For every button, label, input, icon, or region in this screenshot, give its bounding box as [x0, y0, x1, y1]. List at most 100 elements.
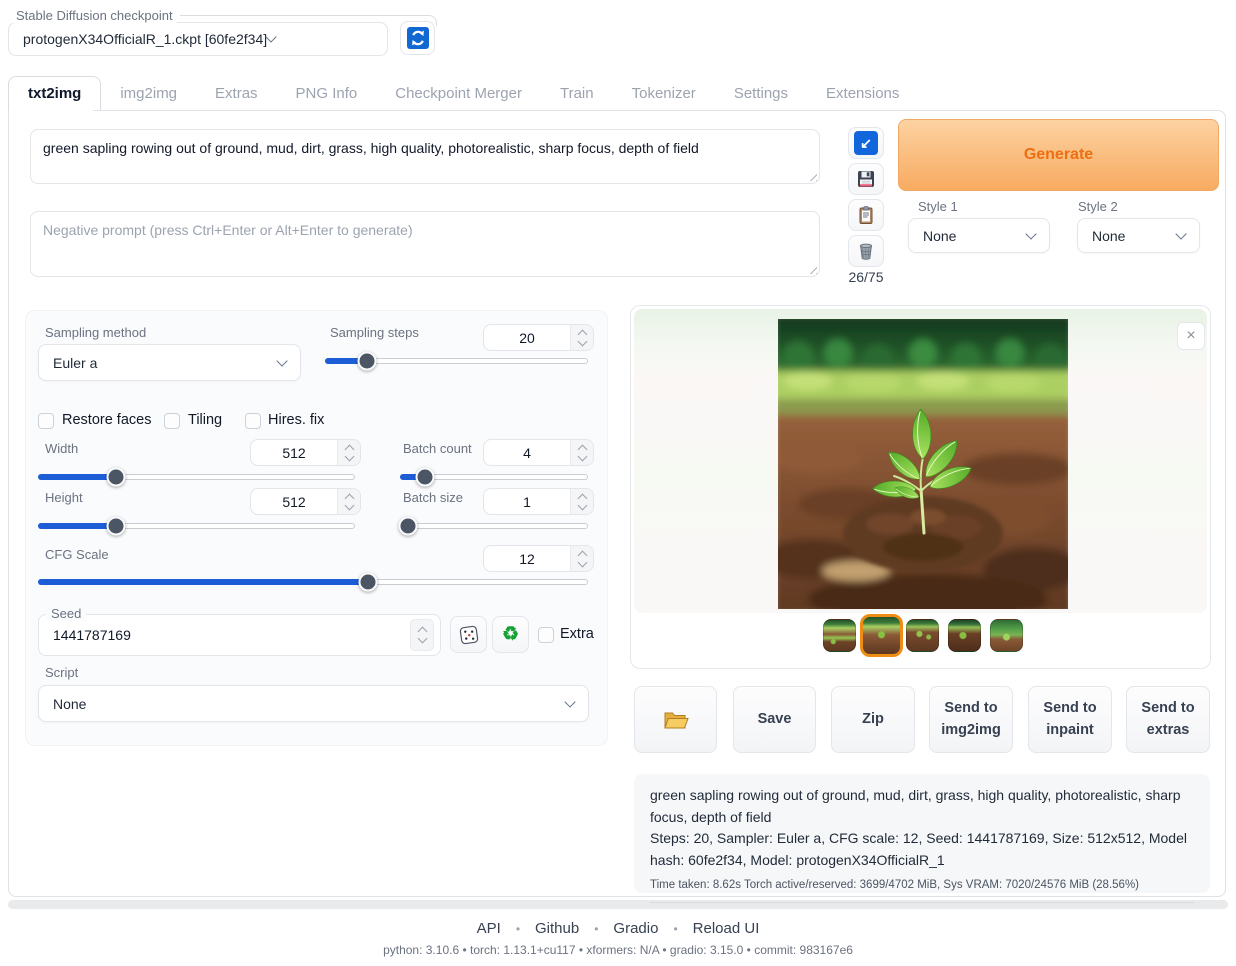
- tab-txt2img[interactable]: txt2img: [8, 76, 101, 110]
- height-label: Height: [45, 490, 83, 505]
- width-slider[interactable]: [38, 474, 355, 480]
- sampling-method-label: Sampling method: [45, 325, 146, 340]
- random-seed-button[interactable]: [450, 616, 487, 653]
- refresh-checkpoints-button[interactable]: [400, 21, 435, 55]
- tab-extensions[interactable]: Extensions: [807, 76, 918, 110]
- tab-train[interactable]: Train: [541, 76, 613, 110]
- hires-fix-checkbox[interactable]: [245, 413, 261, 429]
- footer-link-gradio[interactable]: Gradio: [613, 920, 658, 937]
- cfg-scale-slider-handle[interactable]: [359, 573, 378, 592]
- send-to-img2img-button[interactable]: Send to img2img: [929, 686, 1013, 753]
- tab-img2img[interactable]: img2img: [101, 76, 196, 110]
- tab-extras[interactable]: Extras: [196, 76, 277, 110]
- script-value: None: [53, 696, 86, 712]
- batch-size-slider-handle[interactable]: [399, 517, 418, 536]
- gallery-thumbnail-3[interactable]: [906, 619, 939, 652]
- height-value[interactable]: [251, 489, 337, 514]
- chevron-down-icon: [265, 31, 276, 42]
- send-to-extras-button[interactable]: Send to extras: [1126, 686, 1210, 753]
- close-gallery-button[interactable]: ×: [1177, 322, 1205, 350]
- generation-info-params: Steps: 20, Sampler: Euler a, CFG scale: …: [650, 828, 1194, 871]
- zip-button[interactable]: Zip: [831, 686, 915, 753]
- generate-button[interactable]: Generate: [898, 119, 1219, 191]
- footer-link-api[interactable]: API: [477, 920, 501, 937]
- batch-count-stepper[interactable]: [570, 440, 593, 465]
- cfg-scale-input[interactable]: [483, 545, 594, 572]
- generation-info-prompt: green sapling rowing out of ground, mud,…: [650, 785, 1194, 828]
- footer-link-reload-ui[interactable]: Reload UI: [693, 920, 760, 937]
- footer-separator: •: [594, 922, 598, 936]
- folder-icon: [663, 709, 689, 731]
- width-value[interactable]: [251, 440, 337, 465]
- tiling-checkbox[interactable]: [164, 413, 180, 429]
- dice-icon: [459, 625, 479, 645]
- script-dropdown[interactable]: None: [38, 685, 589, 722]
- checkpoint-dropdown[interactable]: protogenX34OfficialR_1.ckpt [60fe2f34]: [8, 22, 388, 56]
- cfg-scale-label: CFG Scale: [45, 547, 109, 562]
- generation-info-performance: Time taken: 8.62s Torch active/reserved:…: [650, 877, 1194, 903]
- batch-size-slider[interactable]: [400, 523, 588, 529]
- checkpoint-value: protogenX34OfficialR_1.ckpt [60fe2f34]: [23, 31, 267, 47]
- generation-info-panel: green sapling rowing out of ground, mud,…: [634, 774, 1210, 893]
- prompt-input[interactable]: green sapling rowing out of ground, mud,…: [30, 129, 820, 184]
- batch-size-stepper[interactable]: [570, 489, 593, 514]
- extra-seed-checkbox[interactable]: [538, 627, 554, 643]
- gallery-thumbnail-2-selected[interactable]: [860, 614, 903, 657]
- style2-dropdown[interactable]: None: [1077, 218, 1200, 253]
- tab-tokenizer[interactable]: Tokenizer: [613, 76, 715, 110]
- sampling-steps-stepper[interactable]: [570, 325, 593, 350]
- negative-prompt-input[interactable]: [30, 211, 820, 277]
- width-slider-handle[interactable]: [107, 468, 126, 487]
- sampling-steps-slider[interactable]: [325, 358, 588, 364]
- apply-style-button[interactable]: [848, 199, 884, 231]
- chevron-down-icon: [276, 355, 287, 366]
- tab-png-info[interactable]: PNG Info: [277, 76, 377, 110]
- batch-size-input[interactable]: [483, 488, 594, 515]
- seed-stepper[interactable]: [410, 619, 434, 651]
- batch-count-slider[interactable]: [400, 474, 588, 480]
- save-button[interactable]: Save: [733, 686, 816, 753]
- open-folder-button[interactable]: [634, 686, 717, 753]
- height-stepper[interactable]: [337, 489, 360, 514]
- cfg-scale-value[interactable]: [484, 546, 570, 571]
- width-input[interactable]: [250, 439, 361, 466]
- seed-label: Seed: [46, 606, 86, 621]
- seed-value[interactable]: [39, 627, 410, 643]
- paste-generation-params-button[interactable]: ↙: [848, 127, 884, 159]
- sampling-steps-input[interactable]: [483, 324, 594, 351]
- height-input[interactable]: [250, 488, 361, 515]
- height-slider[interactable]: [38, 523, 355, 529]
- gallery-thumbnail-1[interactable]: [823, 619, 856, 652]
- restore-faces-checkbox[interactable]: [38, 413, 54, 429]
- generated-image[interactable]: [778, 319, 1068, 609]
- batch-size-value[interactable]: [484, 489, 570, 514]
- active-tab-gap: [9, 109, 93, 112]
- save-label: Save: [758, 709, 792, 730]
- batch-count-value[interactable]: [484, 440, 570, 465]
- sampling-steps-slider-handle[interactable]: [358, 352, 377, 371]
- gallery-thumbnail-5[interactable]: [990, 619, 1023, 652]
- tab-checkpoint-merger[interactable]: Checkpoint Merger: [376, 76, 541, 110]
- reuse-seed-button[interactable]: ♻: [492, 616, 529, 653]
- sampling-method-dropdown[interactable]: Euler a: [38, 344, 301, 381]
- height-slider-handle[interactable]: [107, 517, 126, 536]
- clear-prompt-button[interactable]: [848, 235, 884, 267]
- sampling-steps-value[interactable]: [484, 325, 570, 350]
- footer-versions: python: 3.10.6 • torch: 1.13.1+cu117 • x…: [0, 943, 1236, 957]
- cfg-scale-slider[interactable]: [38, 579, 588, 585]
- checkpoint-label: Stable Diffusion checkpoint: [12, 8, 177, 23]
- tab-settings[interactable]: Settings: [715, 76, 807, 110]
- recycle-icon: ♻: [502, 623, 519, 646]
- style1-dropdown[interactable]: None: [908, 218, 1050, 253]
- save-style-button[interactable]: [848, 163, 884, 195]
- send-to-inpaint-button[interactable]: Send to inpaint: [1028, 686, 1112, 753]
- footer-link-github[interactable]: Github: [535, 920, 579, 937]
- cfg-scale-stepper[interactable]: [570, 546, 593, 571]
- restore-faces-label: Restore faces: [62, 412, 151, 428]
- width-stepper[interactable]: [337, 440, 360, 465]
- batch-count-slider-handle[interactable]: [416, 468, 435, 487]
- footer-separator: •: [516, 922, 520, 936]
- seed-field[interactable]: [38, 614, 441, 656]
- batch-count-input[interactable]: [483, 439, 594, 466]
- gallery-thumbnail-4[interactable]: [948, 619, 981, 652]
